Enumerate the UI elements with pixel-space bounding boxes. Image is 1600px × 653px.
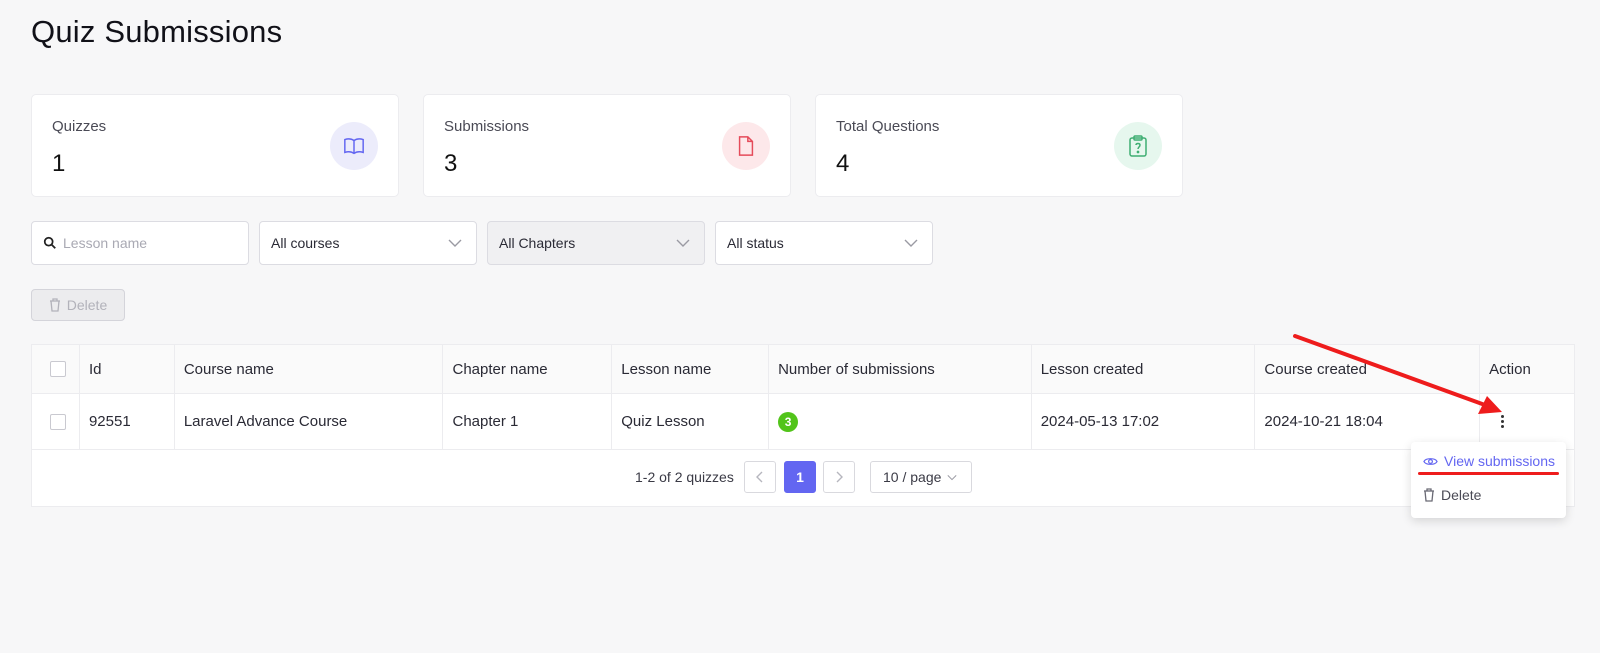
view-submissions-menu-item[interactable]: View submissions — [1423, 453, 1555, 469]
pagination-summary: 1-2 of 2 quizzes — [635, 469, 734, 485]
table-header-row: Id Course name Chapter name Lesson name … — [32, 345, 1574, 394]
header-select-all[interactable] — [32, 345, 80, 393]
stat-label: Total Questions — [836, 118, 940, 135]
course-select[interactable]: All courses — [259, 221, 477, 265]
chapter-select[interactable]: All Chapters — [487, 221, 705, 265]
trash-icon — [1424, 488, 1434, 502]
cell-id: 92551 — [80, 394, 175, 449]
status-select-value: All status — [727, 235, 784, 251]
header-lesson-created: Lesson created — [1032, 345, 1256, 393]
bulk-delete-button[interactable]: Delete — [31, 289, 125, 321]
header-action: Action — [1489, 360, 1531, 378]
chevron-left-icon — [756, 471, 763, 483]
stat-value: 3 — [444, 150, 458, 177]
view-submissions-label: View submissions — [1444, 453, 1556, 469]
cell-course-name: Laravel Advance Course — [175, 394, 444, 449]
stat-card-total-questions: Total Questions 4 — [815, 94, 1183, 197]
file-icon — [722, 122, 770, 170]
chevron-down-icon — [947, 474, 957, 480]
delete-menu-label: Delete — [1441, 487, 1482, 503]
page-title: Quiz Submissions — [31, 14, 283, 49]
cell-lesson-created: 2024-05-13 17:02 — [1032, 394, 1256, 449]
chevron-right-icon — [836, 471, 843, 483]
stat-card-submissions: Submissions 3 — [423, 94, 791, 197]
page-1-button[interactable]: 1 — [784, 461, 816, 493]
cell-number-of-submissions: 3 — [769, 394, 1032, 449]
page-size-value: 10 / page — [883, 469, 942, 485]
stat-label: Submissions — [444, 118, 530, 135]
chevron-down-icon — [904, 239, 918, 247]
annotation-underline — [1418, 472, 1559, 475]
next-page-button[interactable] — [823, 461, 855, 493]
select-all-checkbox[interactable] — [50, 361, 66, 377]
header-lesson-name: Lesson name — [612, 345, 770, 393]
course-select-value: All courses — [271, 235, 340, 251]
delete-menu-item[interactable]: Delete — [1423, 487, 1481, 503]
status-select[interactable]: All status — [715, 221, 933, 265]
bulk-delete-label: Delete — [66, 297, 108, 313]
row-action-menu: View submissions Delete — [1411, 442, 1566, 518]
header-number-of-submissions: Number of submissions — [769, 345, 1032, 393]
header-course-created: Course created — [1255, 345, 1481, 393]
prev-page-button[interactable] — [744, 461, 776, 493]
chapter-select-value: All Chapters — [499, 235, 576, 251]
chevron-down-icon — [448, 239, 462, 247]
quiz-table: Id Course name Chapter name Lesson name … — [31, 344, 1575, 507]
stat-label: Quizzes — [52, 118, 107, 135]
search-icon — [43, 236, 56, 249]
header-chapter-name: Chapter name — [443, 345, 613, 393]
page-size-select[interactable]: 10 / page — [870, 461, 972, 493]
header-id: Id — [80, 345, 175, 393]
header-course-name: Course name — [175, 345, 444, 393]
search-placeholder: Lesson name — [63, 235, 148, 251]
cell-lesson-name: Quiz Lesson — [612, 394, 770, 449]
eye-icon — [1423, 457, 1438, 465]
cell-action — [1480, 394, 1574, 449]
stat-value: 4 — [836, 150, 850, 177]
search-input[interactable]: Lesson name — [31, 221, 249, 265]
pagination: 1-2 of 2 quizzes 1 10 / page — [32, 461, 1574, 493]
cell-chapter-name: Chapter 1 — [443, 394, 613, 449]
book-open-icon — [330, 122, 378, 170]
submission-count-badge[interactable]: 3 — [778, 411, 799, 432]
more-vertical-icon[interactable] — [1501, 415, 1505, 428]
row-checkbox[interactable] — [50, 413, 66, 430]
table-row: 92551 Laravel Advance Course Chapter 1 Q… — [32, 394, 1574, 450]
cell-course-created: 2024-10-21 18:04 — [1255, 394, 1481, 449]
clipboard-question-icon — [1114, 122, 1162, 170]
row-select-cell[interactable] — [32, 394, 80, 449]
chevron-down-icon — [676, 239, 690, 247]
trash-icon — [49, 298, 60, 312]
stat-card-quizzes: Quizzes 1 — [31, 94, 399, 197]
stat-value: 1 — [52, 150, 66, 177]
